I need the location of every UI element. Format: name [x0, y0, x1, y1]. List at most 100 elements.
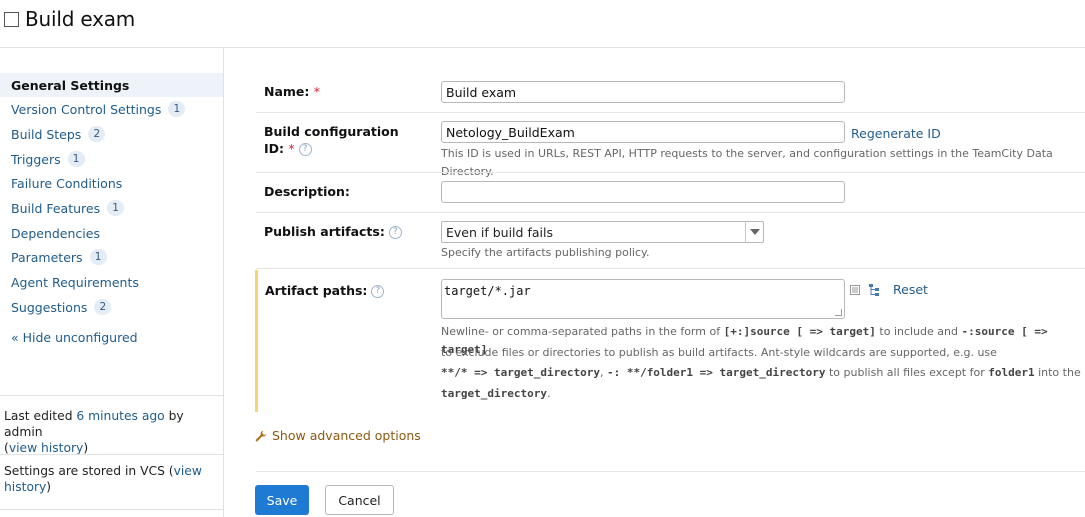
- sidebar-item-version-control-settings[interactable]: Version Control Settings 1: [0, 97, 223, 121]
- artifact-paths-textarea[interactable]: target/*.jar: [441, 279, 845, 319]
- build-config-id-label-line2: ID:: [264, 141, 285, 156]
- page-title: Build exam: [4, 6, 135, 32]
- checkbox-icon: [4, 11, 19, 27]
- build-config-id-hint: This ID is used in URLs, REST API, HTTP …: [441, 147, 1053, 178]
- count-badge: 1: [107, 200, 125, 216]
- list-icon[interactable]: [850, 285, 860, 295]
- row-divider: [256, 112, 1085, 113]
- sidebar-divider-2: [0, 454, 223, 455]
- help-icon[interactable]: ?: [388, 226, 402, 239]
- chevron-down-icon[interactable]: [745, 222, 763, 242]
- last-edited-info: Last edited 6 minutes ago by admin (view…: [4, 408, 219, 456]
- build-config-id-label: Build configuration ID: *?: [264, 123, 399, 157]
- hint-code: [+:]source [ => target]: [723, 325, 876, 338]
- sidebar-item-label: Build Features: [11, 200, 101, 216]
- artifact-paths-hint-line3: **/* => target_directory, -: **/folder1 …: [441, 364, 1081, 382]
- resize-grip-icon[interactable]: [835, 309, 842, 316]
- hide-unconfigured-link[interactable]: « Hide unconfigured: [11, 330, 138, 345]
- row-divider: [256, 172, 1085, 173]
- hint-code: folder1: [988, 366, 1035, 379]
- wrench-icon: [255, 430, 267, 441]
- name-input[interactable]: Build exam: [441, 81, 845, 103]
- hint-code: target_directory: [441, 387, 547, 400]
- stored-prefix: Settings are stored in VCS (: [4, 464, 174, 478]
- sidebar-item-label: Triggers: [11, 151, 61, 167]
- vcs-view-history-link[interactable]: view: [174, 464, 202, 478]
- regenerate-id-link[interactable]: Regenerate ID: [851, 126, 941, 141]
- hint-text: Newline- or comma-separated paths in the…: [441, 325, 724, 338]
- sidebar-item-label: General Settings: [11, 77, 130, 93]
- hint-text: ,: [599, 366, 607, 379]
- last-edited-time-link[interactable]: 6 minutes ago: [76, 409, 164, 423]
- sidebar-item-label: Build Steps: [11, 126, 82, 142]
- count-badge: 1: [168, 101, 186, 117]
- paren-close: ): [83, 441, 89, 455]
- sidebar-divider-1: [0, 395, 223, 396]
- vcs-view-history-link-cont[interactable]: history: [4, 480, 46, 494]
- hint-text: to publish all files except for: [825, 366, 989, 379]
- name-label: Name: *: [264, 83, 320, 100]
- required-marker: *: [288, 141, 295, 156]
- name-input-value: Build exam: [446, 84, 517, 100]
- artifact-paths-value: target/*.jar: [444, 284, 531, 298]
- reset-link[interactable]: Reset: [893, 282, 928, 297]
- sidebar-item-label: Parameters: [11, 249, 83, 265]
- sidebar-item-build-steps[interactable]: Build Steps 2: [0, 122, 223, 146]
- sidebar-item-general-settings[interactable]: General Settings: [0, 73, 223, 97]
- sidebar-item-label: Suggestions: [11, 299, 88, 315]
- description-label: Description:: [264, 184, 350, 199]
- sidebar-item-failure-conditions[interactable]: Failure Conditions: [0, 171, 223, 195]
- settings-stored-info: Settings are stored in VCS (view history…: [4, 463, 219, 495]
- sidebar-item-agent-requirements[interactable]: Agent Requirements: [0, 270, 223, 294]
- hint-text: into the: [1034, 366, 1081, 379]
- build-config-id-label-line1: Build configuration: [264, 124, 399, 139]
- artifact-paths-hint-line4: target_directory.: [441, 385, 550, 403]
- row-divider: [256, 212, 1085, 213]
- artifact-paths-label-text: Artifact paths:: [265, 283, 368, 298]
- count-badge: 1: [89, 249, 107, 265]
- save-button[interactable]: Save: [255, 485, 309, 515]
- publish-artifacts-select[interactable]: Even if build fails: [441, 221, 764, 243]
- show-advanced-options-link[interactable]: Show advanced options: [255, 428, 421, 443]
- advanced-options-label: Show advanced options: [272, 428, 421, 443]
- description-input[interactable]: [441, 181, 845, 203]
- row-divider: [256, 471, 1085, 472]
- tree-browser-icon[interactable]: [868, 283, 882, 297]
- sidebar-item-label: Dependencies: [11, 225, 100, 241]
- cancel-button[interactable]: Cancel: [325, 485, 394, 515]
- highlight-bar: [255, 270, 258, 412]
- build-config-id-value: Netology_BuildExam: [446, 124, 575, 140]
- view-history-link[interactable]: view history: [9, 441, 84, 455]
- help-icon[interactable]: ?: [298, 143, 312, 156]
- hint-code: -: **/folder1 => target_directory: [606, 366, 826, 379]
- count-badge: 1: [67, 151, 85, 167]
- count-badge: 2: [88, 126, 106, 142]
- last-edited-prefix: Last edited: [4, 409, 77, 423]
- sidebar-item-suggestions[interactable]: Suggestions 2: [0, 295, 223, 319]
- help-icon[interactable]: ?: [371, 285, 385, 298]
- sidebar-item-dependencies[interactable]: Dependencies: [0, 221, 223, 245]
- publish-artifacts-selected: Even if build fails: [446, 224, 553, 240]
- build-config-id-input[interactable]: Netology_BuildExam: [441, 121, 845, 143]
- sidebar-item-label: Agent Requirements: [11, 274, 139, 290]
- publish-artifacts-label-text: Publish artifacts:: [264, 224, 385, 239]
- name-label-text: Name:: [264, 84, 310, 99]
- publish-artifacts-label: Publish artifacts:?: [264, 223, 402, 240]
- hint-code: **/* => target_directory: [441, 366, 600, 379]
- sidebar-item-build-features[interactable]: Build Features 1: [0, 196, 223, 220]
- sidebar-divider: [223, 48, 224, 517]
- row-divider: [256, 268, 1085, 269]
- required-marker: *: [313, 84, 321, 99]
- page-title-text: Build exam: [25, 7, 136, 31]
- sidebar-divider-3: [0, 509, 223, 510]
- hint-text: to include and: [875, 325, 962, 338]
- stored-suffix: ): [46, 480, 52, 494]
- sidebar-item-parameters[interactable]: Parameters 1: [0, 245, 223, 269]
- sidebar-item-triggers[interactable]: Triggers 1: [0, 147, 223, 171]
- artifact-paths-label: Artifact paths:?: [265, 282, 385, 299]
- sidebar: General Settings Version Control Setting…: [0, 48, 223, 517]
- hint-text: .: [546, 387, 551, 400]
- sidebar-item-label: Version Control Settings: [11, 101, 162, 117]
- artifact-paths-hint-line2: to exclude files or directories to publi…: [441, 346, 997, 359]
- sidebar-item-label: Failure Conditions: [11, 175, 123, 191]
